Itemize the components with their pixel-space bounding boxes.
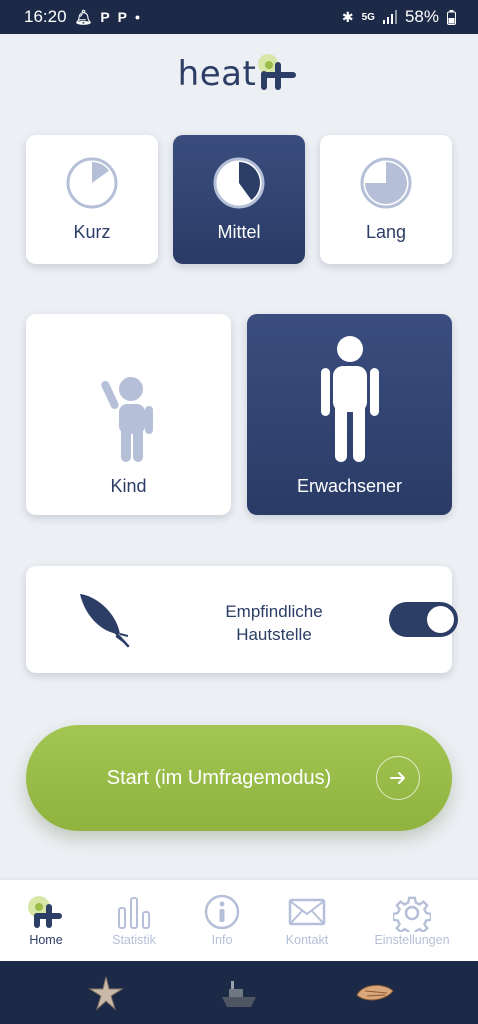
timer-short-icon [66,157,118,209]
sensitive-skin-card: Empfindliche Hautstelle [26,566,458,673]
child-icon [100,377,153,462]
age-erwachsener-card[interactable]: Erwachsener [247,314,452,515]
signal-icon [382,10,397,24]
adult-icon [320,336,379,462]
nav-item-home[interactable]: Home [20,880,72,961]
duration-kurz-card[interactable]: Kurz [26,135,158,264]
heat-plus-icon [258,54,300,94]
bar-chart-icon [118,897,150,929]
bluetooth-icon: ✱ [341,8,354,25]
dot-icon: • [135,9,140,25]
nav-item-info[interactable]: Info [202,880,242,961]
logo-text: heat [177,54,257,94]
age-label: Erwachsener [296,476,403,496]
timer-long-icon [360,157,412,209]
nav-label: Einstellungen [374,933,450,947]
nav-label: Statistik [112,933,156,947]
sensitive-skin-toggle[interactable] [389,602,458,637]
age-label: Kind [110,476,147,496]
status-time: 16:20 [24,7,67,26]
nav-label: Kontakt [285,933,329,947]
nav-item-einstellungen[interactable]: Einstellungen [371,880,453,961]
feather-icon [80,594,130,648]
start-button-label: Start (im Umfragemodus) [106,766,332,789]
status-right: ✱ 5G 58% [342,7,456,27]
app-logo: heat [0,52,478,96]
duration-lang-card[interactable]: Lang [320,135,452,264]
duration-label: Lang [365,222,407,242]
paypal-icon: P [100,9,110,25]
starfish-icon[interactable] [88,975,124,1011]
mail-icon [288,898,326,926]
toggle-knob [427,606,454,633]
duration-mittel-card[interactable]: Mittel [173,135,305,264]
duration-label: Kurz [73,222,111,242]
nav-label: Home [29,933,63,947]
arrow-right-icon [376,756,420,800]
nav-label: Info [211,933,233,947]
gear-icon [393,896,431,932]
info-icon [204,894,240,930]
shell-icon[interactable] [355,981,395,1005]
nav-item-kontakt[interactable]: Kontakt [282,880,332,961]
network-type: 5G [361,11,375,23]
bell-icon: 🔔︎ [74,8,93,25]
start-button[interactable]: Start (im Umfragemodus) [26,725,452,831]
boat-icon[interactable] [219,973,259,1013]
bottom-nav: Home Statistik Info Kontakt Einstellunge… [0,880,478,961]
heat-logo-icon [28,896,62,928]
status-left: 16:20 🔔︎ P P • [24,7,140,27]
paypal-icon: P [117,9,128,25]
battery-icon [447,9,456,25]
status-bar: 16:20 🔔︎ P P • ✱ 5G 58% [0,0,478,34]
age-kind-card[interactable]: Kind [26,314,231,515]
battery-percent: 58% [404,7,439,26]
duration-label: Mittel [217,222,261,242]
timer-medium-icon [213,157,265,209]
sensitive-skin-label: Empfindliche Hautstelle [225,602,323,644]
nav-item-statistik[interactable]: Statistik [106,880,162,961]
system-navigation-bar [0,961,478,1024]
